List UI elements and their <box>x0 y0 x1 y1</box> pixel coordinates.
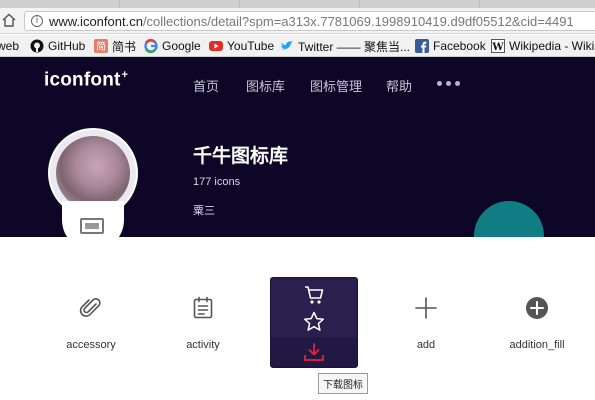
icon-label: addition_fill <box>509 339 565 351</box>
clipboard-icon <box>193 296 213 319</box>
jianshu-icon: 简 <box>94 39 108 53</box>
decorative-circle <box>474 201 544 237</box>
badge-icon <box>80 218 104 234</box>
plus-circle-fill-icon <box>526 297 548 319</box>
collection-title: 千牛图标库 <box>193 146 289 167</box>
bookmark-label: Wikipedia - Wikip <box>509 39 595 53</box>
paperclip-icon <box>79 298 101 317</box>
star-icon[interactable] <box>301 311 327 333</box>
bookmark-label: Facebook <box>433 39 486 53</box>
browser-toolbar: i www.iconfont.cn/collections/detail?spm… <box>0 8 595 34</box>
svg-text:W: W <box>491 42 504 53</box>
nav-icon-library[interactable]: 图标库 <box>246 76 285 95</box>
plus-icon <box>415 297 437 319</box>
download-icon[interactable] <box>301 342 327 364</box>
icon-card-add[interactable]: add <box>381 276 471 368</box>
collection-owner[interactable]: 粟三 <box>193 202 215 218</box>
address-bar[interactable]: i www.iconfont.cn/collections/detail?spm… <box>24 11 595 31</box>
github-icon <box>30 39 44 53</box>
download-bar <box>271 337 357 367</box>
browser-tab-strip <box>0 0 595 8</box>
bookmark-wikipedia[interactable]: W Wikipedia - Wikip <box>491 38 595 54</box>
home-icon[interactable] <box>2 13 16 27</box>
facebook-icon <box>415 39 429 53</box>
avatar-photo <box>56 136 130 210</box>
logo-text: iconfont <box>44 69 121 91</box>
address-text[interactable]: www.iconfont.cn/collections/detail?spm=a… <box>49 14 574 29</box>
nav-help[interactable]: 帮助 <box>386 76 412 95</box>
twitter-icon <box>281 41 293 50</box>
bookmark-label: web <box>0 39 20 53</box>
icon-card-addition-fill[interactable]: addition_fill <box>492 276 582 368</box>
icon-label: accessory <box>66 339 116 351</box>
nav-home[interactable]: 首页 <box>193 76 219 95</box>
browser-tab[interactable] <box>480 0 595 8</box>
bookmark-facebook[interactable]: Facebook <box>415 38 486 54</box>
browser-tab[interactable] <box>240 0 360 8</box>
wikipedia-icon: W <box>491 39 505 53</box>
url-path: /collections/detail?spm=a313x.7781069.19… <box>142 14 574 29</box>
browser-tab[interactable] <box>120 0 240 8</box>
bookmarks-bar: web GitHub 简 简书 Google YouTube Twitter —… <box>0 35 595 57</box>
bookmark-label: Google <box>162 39 201 53</box>
bookmark-label: Twitter —— 聚焦当... <box>298 39 411 54</box>
bookmark-jianshu[interactable]: 简 简书 <box>94 38 136 54</box>
svg-text:简: 简 <box>96 40 106 53</box>
icon-count: 177 icons <box>193 176 241 188</box>
bookmark-web[interactable]: web <box>0 38 19 54</box>
site-logo[interactable]: iconfont+ <box>44 69 128 91</box>
bookmark-label: YouTube <box>227 39 275 53</box>
more-menu-icon[interactable] <box>437 81 460 86</box>
cart-icon[interactable] <box>301 284 327 306</box>
icon-label: add <box>416 339 436 351</box>
bookmark-label: GitHub <box>48 39 86 53</box>
bookmark-github[interactable]: GitHub <box>30 38 85 54</box>
bookmark-google[interactable]: Google <box>144 38 201 54</box>
google-icon <box>144 39 158 53</box>
tooltip: 下载图标 <box>318 373 368 394</box>
browser-tab[interactable] <box>0 0 120 8</box>
bookmark-twitter[interactable]: Twitter —— 聚焦当... <box>280 38 410 54</box>
icon-card-hovered[interactable] <box>270 277 358 368</box>
logo-mark: + <box>121 69 129 81</box>
info-icon[interactable]: i <box>31 15 43 27</box>
icon-card-accessory[interactable]: accessory <box>46 276 136 368</box>
bookmark-youtube[interactable]: YouTube <box>209 38 274 54</box>
icon-card-activity[interactable]: activity <box>158 276 248 368</box>
youtube-icon <box>209 41 223 51</box>
bookmark-label: 简书 <box>112 39 137 54</box>
url-host: www.iconfont.cn <box>49 14 143 29</box>
nav-icon-management[interactable]: 图标管理 <box>310 76 362 95</box>
icon-label: activity <box>186 339 220 351</box>
browser-tab[interactable] <box>360 0 480 8</box>
